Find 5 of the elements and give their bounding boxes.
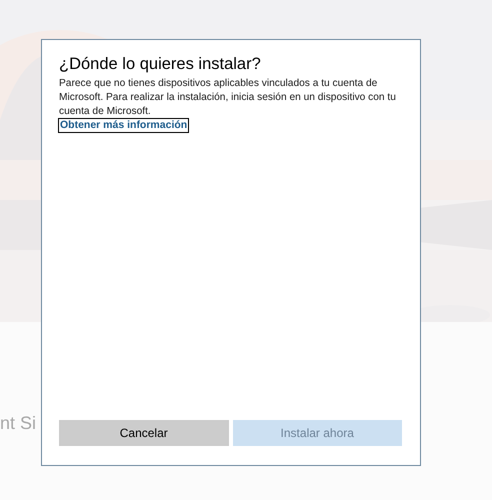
- cancel-button[interactable]: Cancelar: [59, 420, 228, 446]
- dialog-message: Parece que no tienes dispositivos aplicables vinculados a tu cuenta de Microsoft. Para realizar la instalación, inicia sesión en un dispositivo con tu cuenta de Microsoft.: [59, 77, 397, 119]
- dialog-title: ¿Dónde lo quieres instalar?: [59, 54, 262, 75]
- page-title: nt Si: [0, 412, 36, 435]
- more-info-link[interactable]: Obtener más información: [59, 119, 188, 132]
